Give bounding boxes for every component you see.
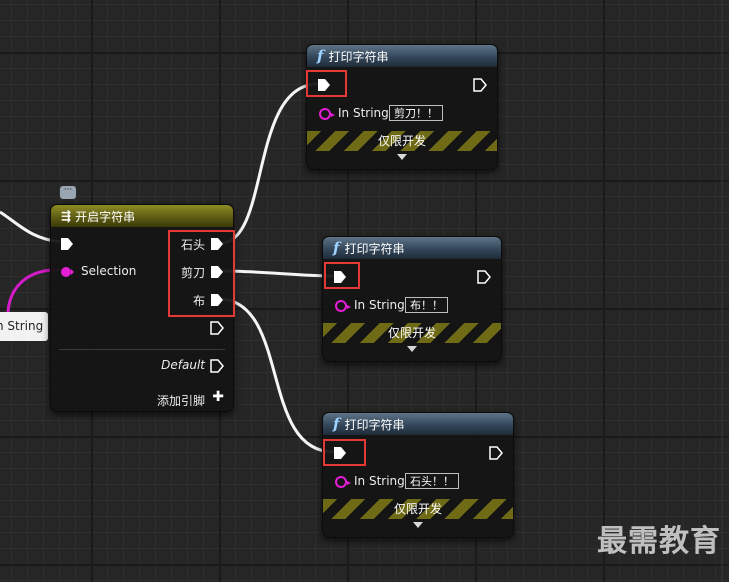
print-2-dev-only-label: 仅限开发 [387, 326, 436, 340]
print-node-title-2: 打印字符串 [344, 241, 405, 256]
print-string-node-1[interactable]: f 打印字符串 In String 剪刀！！ 仅限开发 [306, 44, 498, 170]
function-icon: f [333, 239, 340, 257]
exec-in-pin[interactable] [60, 237, 74, 251]
print-3-string-pin[interactable] [335, 476, 351, 488]
print-node-title-1: 打印字符串 [328, 49, 389, 64]
default-out-pin[interactable] [210, 359, 224, 373]
print-2-in-string-value[interactable]: 布！！ [405, 297, 448, 313]
offscreen-string-node[interactable]: n String [0, 312, 48, 341]
switch-icon: ⇶ [61, 209, 72, 223]
wire-bu[interactable] [221, 297, 335, 454]
print-2-in-string-label: In String [354, 298, 405, 312]
selection-label: Selection [81, 264, 137, 278]
switch-node-header[interactable]: ⇶ 开启字符串 [51, 205, 233, 227]
print-node-title-3: 打印字符串 [344, 417, 405, 432]
outputs-highlight-box [168, 230, 235, 317]
print-3-exec-highlight-box [323, 439, 366, 466]
print-3-expand-arrow-icon[interactable] [413, 522, 423, 528]
print-node-header-1[interactable]: f 打印字符串 [307, 45, 497, 67]
offscreen-node-label: n String [0, 319, 44, 333]
function-icon: f [317, 47, 324, 65]
print-2-exec-highlight-box [324, 262, 360, 289]
wire-shitou[interactable] [221, 82, 319, 245]
wire-jiandao[interactable] [221, 269, 334, 278]
add-pin-icon[interactable]: ✚ [212, 389, 224, 405]
function-icon: f [333, 415, 340, 433]
print-2-string-pin[interactable] [335, 300, 351, 312]
print-1-in-string-label: In String [338, 106, 389, 120]
print-1-string-pin[interactable] [319, 108, 335, 120]
print-string-node-2[interactable]: f 打印字符串 In String 布！！ 仅限开发 [322, 236, 502, 362]
watermark: 最需教育 [597, 524, 721, 559]
print-1-expand-arrow-icon[interactable] [397, 154, 407, 160]
switch-node-title: 开启字符串 [75, 209, 136, 224]
print-1-in-string-value[interactable]: 剪刀！！ [389, 105, 443, 121]
add-pin-label[interactable]: 添加引脚 [157, 392, 205, 409]
print-3-in-string-label: In String [354, 474, 405, 488]
print-2-exec-out-pin[interactable] [477, 270, 491, 284]
print-node-header-3[interactable]: f 打印字符串 [323, 413, 513, 435]
comment-bubble-icon[interactable]: ··· [60, 186, 76, 199]
default-label: Default [161, 358, 205, 372]
print-2-expand-arrow-icon[interactable] [407, 346, 417, 352]
exec-out-pin[interactable] [210, 321, 224, 335]
print-string-node-3[interactable]: f 打印字符串 In String 石头！！ 仅限开发 [322, 412, 514, 538]
print-3-exec-out-pin[interactable] [489, 446, 503, 460]
print-1-exec-highlight-box [306, 70, 347, 97]
print-3-dev-only-label: 仅限开发 [393, 502, 442, 516]
print-3-in-string-value[interactable]: 石头！！ [405, 473, 459, 489]
print-1-exec-out-pin[interactable] [473, 78, 487, 92]
selection-pin[interactable] [60, 265, 74, 279]
default-divider [59, 349, 225, 350]
print-1-dev-only-label: 仅限开发 [377, 134, 426, 148]
print-node-header-2[interactable]: f 打印字符串 [323, 237, 501, 259]
